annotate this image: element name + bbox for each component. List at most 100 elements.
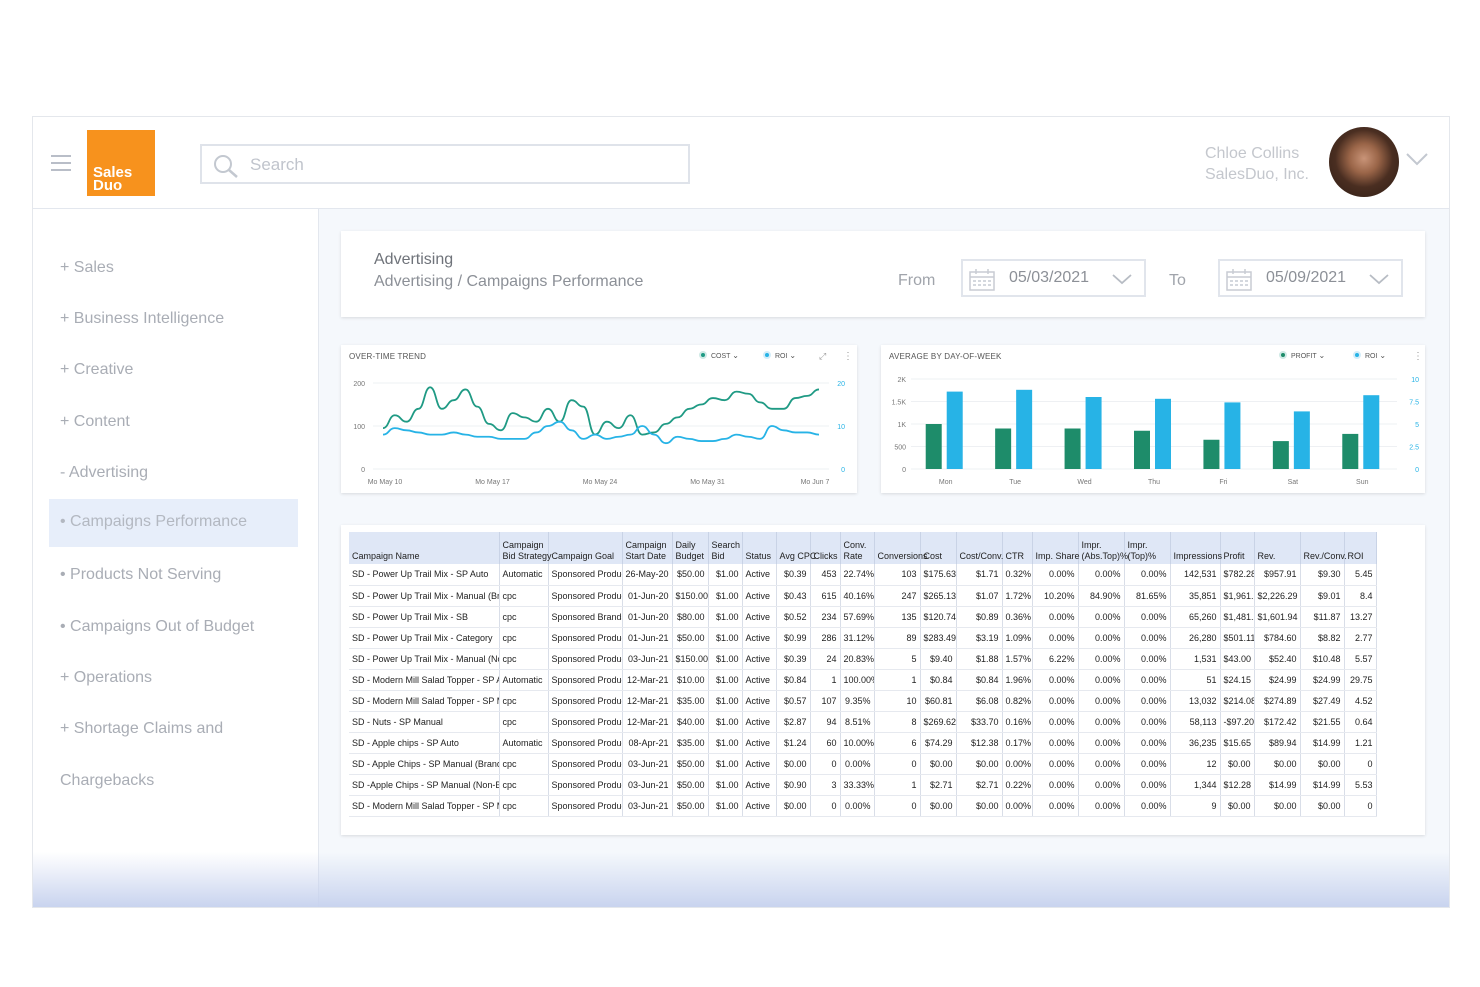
bar-profit[interactable] — [1064, 428, 1081, 470]
column-header[interactable]: Search Bid — [708, 532, 743, 564]
table-cell: 453 — [810, 564, 841, 586]
user-company: SalesDuo, Inc. — [1204, 166, 1309, 183]
column-header[interactable]: Impr. (Abs.Top)% — [1078, 532, 1128, 564]
sidebar-item-chargebacks[interactable]: Chargebacks — [60, 772, 154, 790]
column-header[interactable]: Conv. Rate — [840, 532, 875, 564]
table-cell: 40.16% — [840, 585, 875, 607]
table-row[interactable]: SD - Power Up Trail Mix - SB cpc Sponsored… — [349, 606, 1377, 628]
user-info[interactable]: Chloe Collins SalesDuo, Inc. — [1205, 143, 1309, 185]
sidebar-item-content[interactable]: + Content — [60, 413, 130, 431]
to-date-picker[interactable]: 05/09/2021 — [1218, 259, 1403, 297]
column-header[interactable]: Campaign Goal — [548, 532, 623, 564]
bar-profit[interactable] — [1272, 441, 1289, 469]
bar-profit[interactable] — [1134, 430, 1150, 469]
sidebar-item-sales[interactable]: + Sales — [60, 259, 114, 277]
table-cell: 0.00% — [1002, 795, 1033, 817]
table-row[interactable]: SD - Power Up Trail Mix - SP Auto Automat… — [349, 564, 1377, 586]
table-cell: $2,226.29 — [1254, 585, 1301, 607]
table-cell: 0.17% — [1002, 732, 1033, 754]
table-row[interactable]: SD - Apple chips - SP Auto Automatic Spons… — [349, 732, 1377, 754]
x-tick-label: Sun — [1356, 479, 1369, 486]
table-cell: $501.11 — [1220, 627, 1255, 649]
column-header[interactable]: Daily Budget — [672, 532, 709, 564]
column-header[interactable]: Campaign Start Date — [622, 532, 673, 564]
table-row[interactable]: SD - Power Up Trail Mix - Category cpc Spo… — [349, 627, 1377, 649]
column-header[interactable]: Clicks — [810, 532, 841, 564]
sidebar-item-campaigns-performance[interactable]: • Campaigns Performance — [49, 499, 298, 547]
column-header[interactable]: Imp. Share — [1032, 532, 1080, 564]
column-header-line — [878, 540, 917, 551]
table-cell: 10.00% — [840, 732, 875, 754]
hamburger-menu-icon[interactable] — [51, 155, 71, 171]
bar-roi[interactable] — [1016, 389, 1033, 469]
table-cell: $175.63 — [920, 564, 957, 586]
bar-roi[interactable] — [1085, 397, 1102, 469]
column-header[interactable]: Status — [742, 532, 777, 564]
table-cell: Active — [742, 585, 777, 607]
table-cell: 13.27 — [1344, 606, 1377, 628]
sidebar-item-business-intelligence[interactable]: + Business Intelligence — [60, 310, 224, 328]
table-cell: Sponsored Products — [548, 690, 623, 712]
column-header-line: Start Date — [625, 551, 667, 561]
table-cell: $9.30 — [1300, 564, 1345, 586]
table-row[interactable]: SD - Apple Chips - SP Manual (Brand) cpc S… — [349, 753, 1377, 775]
column-header[interactable]: Impr. (Top)% — [1124, 532, 1171, 564]
bar-profit[interactable] — [995, 428, 1012, 470]
table-cell: 0 — [810, 795, 841, 817]
column-header[interactable]: Campaign Name — [349, 532, 500, 564]
table-cell: 0.00% — [1078, 753, 1125, 775]
column-header[interactable]: Rev./Conv. — [1300, 532, 1347, 564]
sidebar-item-creative[interactable]: + Creative — [60, 361, 133, 379]
avatar[interactable] — [1329, 127, 1399, 197]
table-row[interactable]: SD - Modern Mill Salad Topper - SP Auto A… — [349, 669, 1377, 691]
table-row[interactable]: SD -Apple Chips - SP Manual (Non-Brand)c… — [349, 774, 1377, 796]
table-cell: cpc — [499, 585, 549, 607]
column-header[interactable]: ROI — [1344, 532, 1377, 564]
from-date-picker[interactable]: 05/03/2021 — [961, 259, 1146, 297]
x-tick-label: Wed — [1077, 479, 1091, 486]
table-cell: 12-Mar-21 — [622, 690, 673, 712]
column-header-line: Clicks — [813, 551, 838, 561]
table-cell: $957.91 — [1254, 564, 1301, 586]
table-row[interactable]: SD - Modern Mill Salad Topper - SP Manua… — [349, 690, 1377, 712]
column-header[interactable]: Avg CPC — [776, 532, 817, 564]
table-cell: 0.22% — [1002, 774, 1033, 796]
column-header[interactable]: CTR — [1002, 532, 1033, 564]
table-cell: SD - Power Up Trail Mix - SP Auto — [349, 564, 500, 586]
sidebar-item-advertising[interactable]: - Advertising — [60, 464, 148, 482]
sidebar-item-operations[interactable]: + Operations — [60, 669, 152, 687]
search-input[interactable] — [250, 154, 670, 176]
bar-roi[interactable] — [1293, 411, 1310, 469]
sidebar-item-products-not-serving[interactable]: • Products Not Serving — [60, 566, 221, 584]
column-header[interactable]: Campaign Bid Strategy — [499, 532, 552, 564]
column-header[interactable]: Profit — [1220, 532, 1255, 564]
column-header[interactable]: Impressions — [1170, 532, 1222, 564]
bar-profit[interactable] — [1342, 433, 1359, 469]
table-row[interactable]: SD - Power Up Trail Mix - Manual (Non-Br… — [349, 648, 1377, 670]
bar-roi[interactable] — [1224, 402, 1241, 469]
sales-duo-logo[interactable]: Sales Duo — [87, 130, 155, 196]
table-row[interactable]: SD - Nuts - SP ManualcpcSponsored Produc… — [349, 711, 1377, 733]
bar-profit[interactable] — [1203, 439, 1220, 469]
column-header[interactable]: Rev. — [1254, 532, 1301, 564]
column-header-line: Avg CPC — [779, 551, 817, 561]
bar-roi[interactable] — [1155, 398, 1171, 469]
search-box[interactable] — [200, 144, 690, 184]
bar-roi[interactable] — [946, 391, 963, 469]
main-content: Advertising Advertising / Campaigns Perf… — [319, 209, 1449, 907]
column-header[interactable]: Cost — [920, 532, 957, 564]
column-header[interactable]: Conversions — [874, 532, 928, 564]
table-cell: 0.00% — [1078, 732, 1125, 754]
sidebar-item-campaigns-out-of-budget[interactable]: • Campaigns Out of Budget — [60, 618, 254, 636]
sidebar-item-shortage-claims[interactable]: + Shortage Claims and — [60, 720, 223, 738]
table-row[interactable]: SD - Power Up Trail Mix - Manual (Brand)… — [349, 585, 1377, 607]
table-cell: SD - Modern Mill Salad Topper - SP Manua — [349, 795, 500, 817]
table-row[interactable]: SD - Modern Mill Salad Topper - SP Manua… — [349, 795, 1377, 817]
table-cell: 0.00% — [1032, 669, 1079, 691]
column-header[interactable]: Cost/Conv. — [956, 532, 1003, 564]
bar-profit[interactable] — [925, 424, 942, 469]
table-cell: $11.87 — [1300, 606, 1345, 628]
column-header-line: Campaign Goal — [551, 551, 615, 561]
chevron-down-icon[interactable] — [1405, 151, 1429, 167]
bar-roi[interactable] — [1363, 395, 1380, 469]
